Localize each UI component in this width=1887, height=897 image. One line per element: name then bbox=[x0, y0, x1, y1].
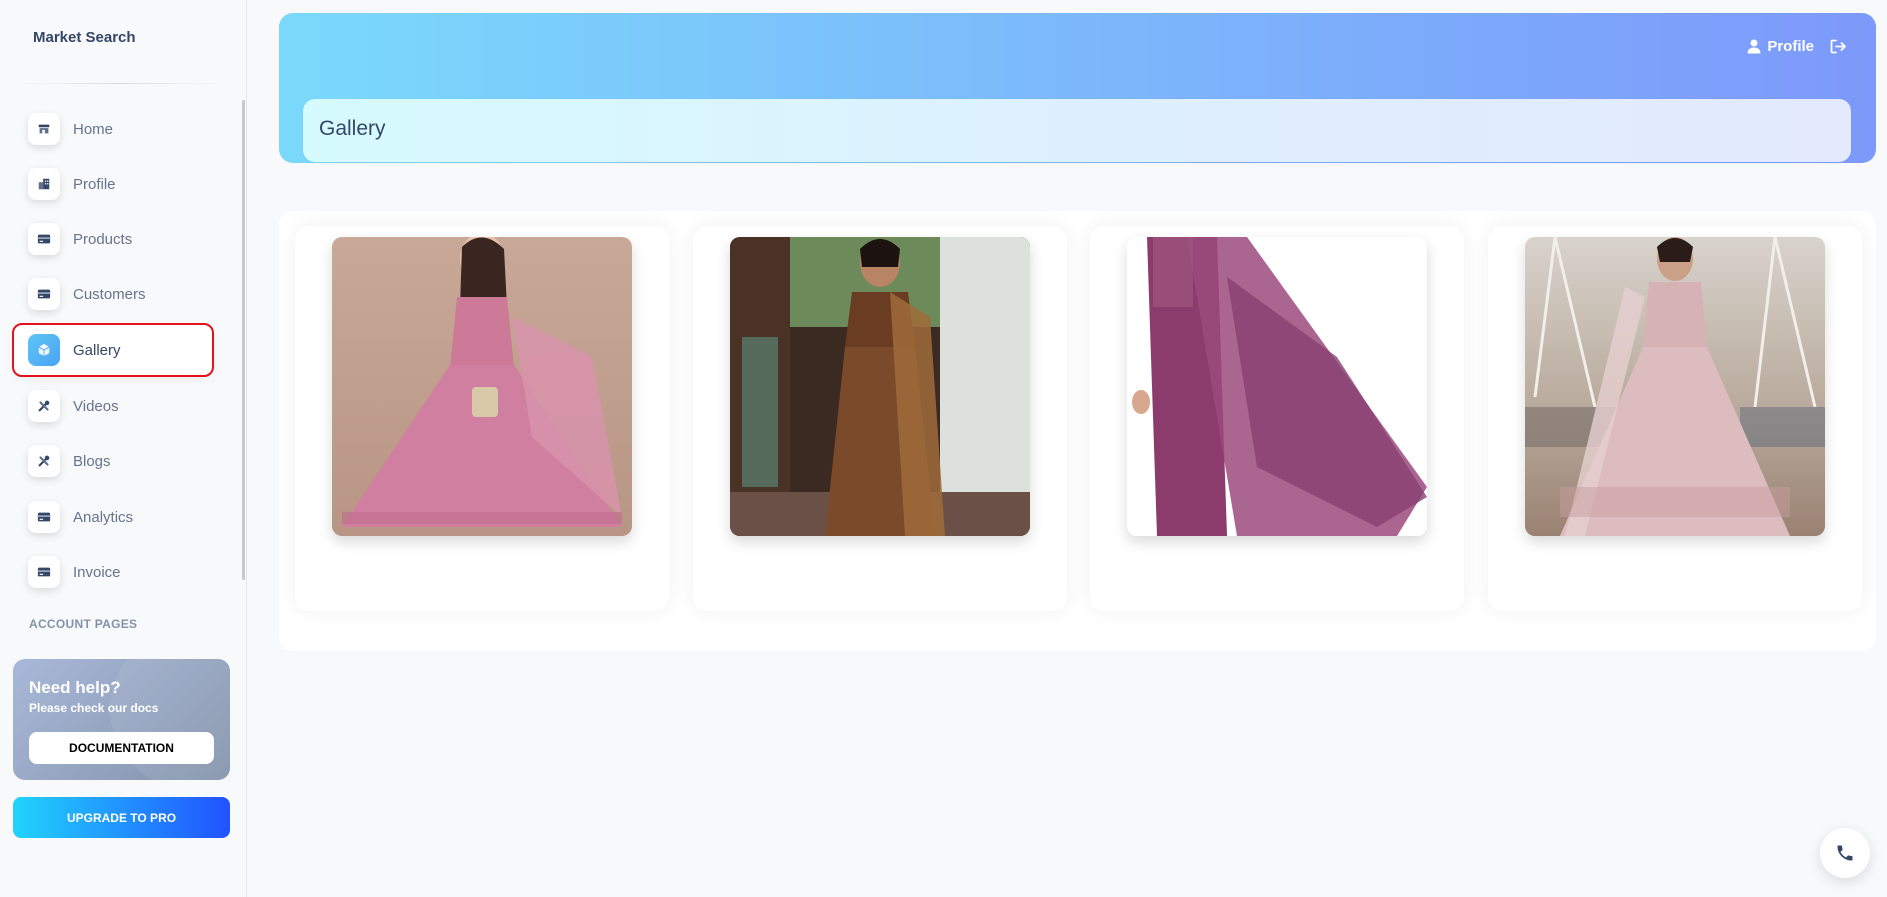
gallery-image[interactable] bbox=[1127, 237, 1427, 536]
page-title: Gallery bbox=[319, 117, 386, 140]
profile-link[interactable]: Profile bbox=[1747, 38, 1814, 55]
sidebar-item-label: Videos bbox=[73, 397, 119, 415]
sidebar-item-gallery[interactable]: Gallery bbox=[12, 323, 214, 377]
brand-name[interactable]: Market Search bbox=[33, 29, 136, 46]
sidebar-item-label: Customers bbox=[73, 285, 146, 303]
photo-icon bbox=[332, 237, 632, 536]
page-title-box: Gallery bbox=[303, 99, 1851, 162]
gallery-panel bbox=[279, 211, 1876, 651]
office-icon bbox=[28, 168, 60, 200]
upgrade-to-pro-button[interactable]: UPGRADE TO PRO bbox=[13, 797, 230, 838]
documentation-button[interactable]: DOCUMENTATION bbox=[29, 732, 214, 764]
gallery-card[interactable] bbox=[1488, 226, 1862, 611]
credit-card-icon bbox=[28, 501, 60, 533]
credit-card-icon bbox=[28, 223, 60, 255]
photo-icon bbox=[1525, 237, 1825, 536]
photo-icon bbox=[1127, 237, 1427, 536]
sidebar-item-label: Profile bbox=[73, 175, 116, 193]
credit-card-icon bbox=[28, 556, 60, 588]
sidebar-item-label: Invoice bbox=[73, 563, 121, 581]
phone-icon bbox=[1837, 845, 1853, 861]
gallery-image[interactable] bbox=[332, 237, 632, 536]
help-card: Need help? Please check our docs DOCUMEN… bbox=[13, 659, 230, 780]
gallery-image[interactable] bbox=[1525, 237, 1825, 536]
page-header: Profile Gallery bbox=[279, 13, 1876, 163]
user-icon bbox=[1747, 39, 1761, 54]
photo-icon bbox=[730, 237, 1030, 536]
shop-icon bbox=[28, 113, 60, 145]
sidebar-item-invoice[interactable]: Invoice bbox=[14, 547, 226, 597]
phone-call-button[interactable] bbox=[1820, 828, 1870, 878]
sidebar-item-label: Home bbox=[73, 120, 114, 138]
divider bbox=[14, 83, 226, 84]
sidebar-item-blogs[interactable]: Blogs bbox=[14, 436, 226, 486]
section-title-account-pages: ACCOUNT PAGES bbox=[29, 617, 138, 631]
sidebar-item-videos[interactable]: Videos bbox=[14, 381, 226, 431]
sidebar-item-label: Gallery bbox=[73, 341, 121, 359]
help-title: Need help? bbox=[29, 678, 121, 697]
help-subtitle: Please check our docs bbox=[29, 701, 159, 715]
sidebar: Market Search Home Profile Products Cust… bbox=[0, 0, 247, 897]
box-3d-icon bbox=[28, 334, 60, 366]
sidebar-scrollbar[interactable] bbox=[242, 100, 245, 580]
sidebar-item-products[interactable]: Products bbox=[14, 214, 226, 264]
sidebar-item-label: Analytics bbox=[73, 508, 134, 526]
gallery-card[interactable] bbox=[693, 226, 1067, 611]
sidebar-item-profile[interactable]: Profile bbox=[14, 159, 226, 209]
sidebar-item-customers[interactable]: Customers bbox=[14, 269, 226, 319]
sidebar-item-label: Blogs bbox=[73, 452, 111, 470]
sidebar-item-home[interactable]: Home bbox=[14, 104, 226, 154]
profile-label: Profile bbox=[1767, 38, 1814, 55]
gallery-card[interactable] bbox=[1090, 226, 1464, 611]
logout-icon[interactable] bbox=[1830, 39, 1847, 54]
sidebar-item-label: Products bbox=[73, 230, 133, 248]
credit-card-icon bbox=[28, 278, 60, 310]
sidebar-item-analytics[interactable]: Analytics bbox=[14, 492, 226, 542]
gallery-card[interactable] bbox=[295, 226, 669, 611]
tools-icon bbox=[28, 445, 60, 477]
tools-icon bbox=[28, 390, 60, 422]
gallery-image[interactable] bbox=[730, 237, 1030, 536]
